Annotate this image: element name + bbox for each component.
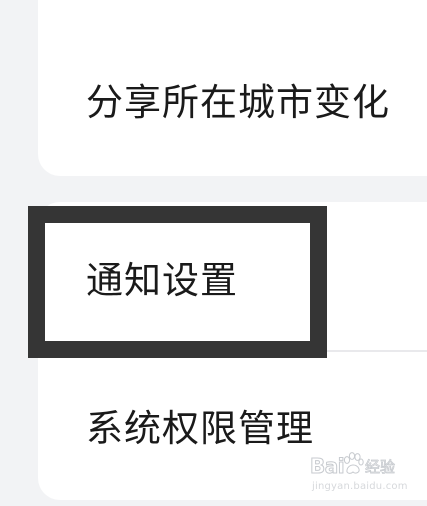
settings-item-label: 通知设置 (86, 259, 238, 302)
paw-icon (343, 452, 364, 474)
watermark-sub: 经验 (365, 458, 396, 477)
settings-item-label: 系统权限管理 (86, 407, 314, 450)
settings-item-label: 分享所在城市变化 (86, 81, 390, 124)
watermark-url: jingyan.baidu.com (312, 481, 408, 492)
baidu-jingyan-watermark: Bai 经验 jingyan.baidu.com (309, 452, 410, 498)
watermark-brand: Bai (309, 454, 345, 479)
